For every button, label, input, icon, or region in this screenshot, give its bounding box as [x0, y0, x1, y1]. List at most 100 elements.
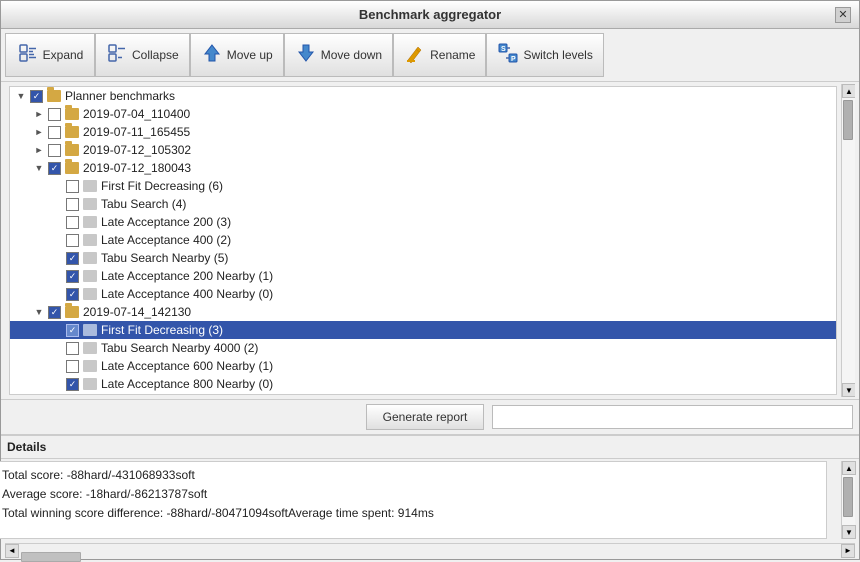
- hscroll-thumb[interactable]: [21, 552, 81, 562]
- report-name-input[interactable]: [492, 405, 853, 429]
- tree-row-d4i4[interactable]: Late Acceptance 400 (2): [10, 231, 836, 249]
- checkbox-d4i3[interactable]: [66, 216, 79, 229]
- item-icon-d4i4: [83, 234, 97, 246]
- item-icon-d4i6: [83, 270, 97, 282]
- tree-row-d4[interactable]: 2019-07-12_180043: [10, 159, 836, 177]
- checkbox-d4i4[interactable]: [66, 234, 79, 247]
- folder-icon-d2: [65, 126, 79, 138]
- folder-icon-d1: [65, 108, 79, 120]
- window-title: Benchmark aggregator: [25, 7, 835, 22]
- checkbox-d5i3[interactable]: [66, 360, 79, 373]
- item-icon-d4i1: [83, 180, 97, 192]
- expand-arrow-root[interactable]: [14, 89, 28, 103]
- main-window: Benchmark aggregator ✕ Expand: [0, 0, 860, 560]
- expand-button[interactable]: Expand: [5, 33, 95, 77]
- tree-row-d5i2[interactable]: Tabu Search Nearby 4000 (2): [10, 339, 836, 357]
- tree-row-d4i7[interactable]: Late Acceptance 400 Nearby (0): [10, 285, 836, 303]
- expand-arrow-d5[interactable]: [32, 305, 46, 319]
- checkbox-d4i2[interactable]: [66, 198, 79, 211]
- item-icon-d4i2: [83, 198, 97, 210]
- move-down-label: Move down: [321, 48, 382, 62]
- collapse-button[interactable]: Collapse: [95, 33, 190, 77]
- tree-label-d4i6: Late Acceptance 200 Nearby (1): [101, 269, 273, 283]
- details-scroll-up[interactable]: ▲: [842, 461, 856, 475]
- tree-row-d1[interactable]: 2019-07-04_110400: [10, 105, 836, 123]
- tree-row-d4i6[interactable]: Late Acceptance 200 Nearby (1): [10, 267, 836, 285]
- tree-row-d4i5[interactable]: Tabu Search Nearby (5): [10, 249, 836, 267]
- tree-row-d2[interactable]: 2019-07-11_165455: [10, 123, 836, 141]
- checkbox-d5i1[interactable]: [66, 324, 79, 337]
- toolbar: Expand Collapse Move up: [1, 29, 859, 82]
- tree-row-d4i3[interactable]: Late Acceptance 200 (3): [10, 213, 836, 231]
- expand-arrow-d1[interactable]: [32, 107, 46, 121]
- item-icon-d5i3: [83, 360, 97, 372]
- folder-icon-d3: [65, 144, 79, 156]
- expand-arrow-d4[interactable]: [32, 161, 46, 175]
- move-down-icon: [295, 42, 317, 69]
- scroll-thumb[interactable]: [843, 100, 853, 140]
- expand-arrow-d2[interactable]: [32, 125, 46, 139]
- tree-row-d4i1[interactable]: First Fit Decreasing (6): [10, 177, 836, 195]
- tree-scrollbar[interactable]: ▲ ▼: [841, 84, 855, 397]
- details-scrollbar[interactable]: ▲ ▼: [841, 461, 855, 539]
- tree-row-root[interactable]: Planner benchmarks: [10, 87, 836, 105]
- switch-levels-button[interactable]: S P Switch levels: [486, 33, 603, 77]
- collapse-label: Collapse: [132, 48, 179, 62]
- generate-report-button[interactable]: Generate report: [366, 404, 485, 430]
- checkbox-d5i4[interactable]: [66, 378, 79, 391]
- checkbox-d5i2[interactable]: [66, 342, 79, 355]
- move-up-label: Move up: [227, 48, 273, 62]
- tree-row-d3[interactable]: 2019-07-12_105302: [10, 141, 836, 159]
- details-scroll-down[interactable]: ▼: [842, 525, 856, 539]
- checkbox-d4i5[interactable]: [66, 252, 79, 265]
- item-icon-d4i5: [83, 252, 97, 264]
- checkbox-d2[interactable]: [48, 126, 61, 139]
- checkbox-d5[interactable]: [48, 306, 61, 319]
- tree-row-d5i4[interactable]: Late Acceptance 800 Nearby (0): [10, 375, 836, 393]
- tree-row-d5[interactable]: 2019-07-14_142130: [10, 303, 836, 321]
- tree-row-d4i2[interactable]: Tabu Search (4): [10, 195, 836, 213]
- hscroll-left-arrow[interactable]: ◄: [5, 544, 19, 558]
- expand-arrow-d3[interactable]: [32, 143, 46, 157]
- checkbox-d3[interactable]: [48, 144, 61, 157]
- details-scroll-track[interactable]: [842, 475, 855, 525]
- details-scroll-thumb[interactable]: [843, 477, 853, 517]
- tree-label-d4i4: Late Acceptance 400 (2): [101, 233, 231, 247]
- tree-container: Planner benchmarks 2019-07-04_110400 201…: [5, 84, 855, 397]
- checkbox-d4i6[interactable]: [66, 270, 79, 283]
- tree-label-d1: 2019-07-04_110400: [83, 107, 190, 121]
- checkbox-d1[interactable]: [48, 108, 61, 121]
- bottom-bar: Generate report: [1, 399, 859, 434]
- scroll-down-arrow[interactable]: ▼: [842, 383, 855, 397]
- tree-view[interactable]: Planner benchmarks 2019-07-04_110400 201…: [9, 86, 837, 395]
- tree-row-d5i3[interactable]: Late Acceptance 600 Nearby (1): [10, 357, 836, 375]
- checkbox-d4i7[interactable]: [66, 288, 79, 301]
- move-up-button[interactable]: Move up: [190, 33, 284, 77]
- checkbox-d4[interactable]: [48, 162, 61, 175]
- svg-text:P: P: [511, 56, 516, 63]
- scroll-track[interactable]: [842, 98, 855, 383]
- tree-label-d4i5: Tabu Search Nearby (5): [101, 251, 228, 265]
- tree-label-d5: 2019-07-14_142130: [83, 305, 191, 319]
- move-up-icon: [201, 42, 223, 69]
- title-bar: Benchmark aggregator ✕: [1, 1, 859, 29]
- tree-label-d2: 2019-07-11_165455: [83, 125, 190, 139]
- expand-icon: [17, 42, 39, 69]
- hscroll-right-arrow[interactable]: ►: [841, 544, 855, 558]
- tree-label-d3: 2019-07-12_105302: [83, 143, 191, 157]
- checkbox-root[interactable]: [30, 90, 43, 103]
- scroll-up-arrow[interactable]: ▲: [842, 84, 855, 98]
- item-icon-d5i4: [83, 378, 97, 390]
- folder-icon-root: [47, 90, 61, 102]
- expand-label: Expand: [43, 48, 84, 62]
- item-icon-d4i7: [83, 288, 97, 300]
- move-down-button[interactable]: Move down: [284, 33, 393, 77]
- details-line-3: Total winning score difference: -88hard/…: [2, 504, 820, 523]
- close-button[interactable]: ✕: [835, 7, 851, 23]
- rename-button[interactable]: Rename: [393, 33, 486, 77]
- details-hscrollbar[interactable]: ◄ ►: [5, 543, 855, 557]
- tree-row-d5i1[interactable]: First Fit Decreasing (3): [10, 321, 836, 339]
- details-content-wrapper: Total score: -88hard/-431068933soft Aver…: [5, 461, 855, 539]
- checkbox-d4i1[interactable]: [66, 180, 79, 193]
- tree-label-root: Planner benchmarks: [65, 89, 175, 103]
